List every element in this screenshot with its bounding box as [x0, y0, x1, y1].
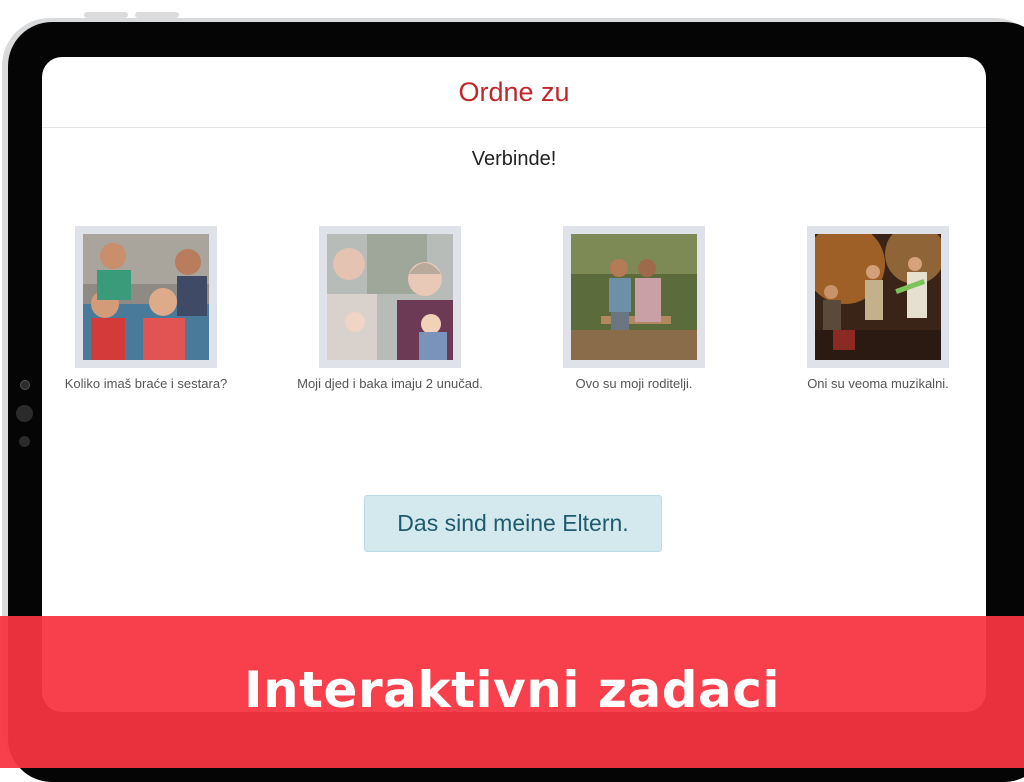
grandparents-photo-icon: [327, 234, 453, 360]
match-card[interactable]: Koliko imaš braće i sestara?: [46, 226, 246, 391]
sensor-small-icon: [19, 436, 30, 447]
photo-frame: [319, 226, 461, 368]
card-caption: Koliko imaš braće i sestara?: [64, 376, 228, 391]
couple-photo-icon: [571, 234, 697, 360]
draggable-answer-chip[interactable]: Das sind meine Eltern.: [364, 495, 662, 552]
sensor-icon: [16, 405, 33, 422]
exercise-header: Ordne zu: [42, 57, 986, 128]
matching-cards: Koliko imaš braće i sestara? Moji djed i…: [42, 226, 986, 406]
match-card[interactable]: Oni su veoma muzikalni.: [778, 226, 978, 391]
exercise-instruction: Verbinde!: [471, 148, 557, 170]
match-card[interactable]: Ovo su moji roditelji.: [534, 226, 734, 391]
camera-icon: [20, 380, 30, 390]
photo-frame: [563, 226, 705, 368]
promo-banner: Interaktivni zadaci: [0, 616, 1024, 768]
children-photo-icon: [83, 234, 209, 360]
card-caption: Ovo su moji roditelji.: [575, 376, 693, 391]
exercise-title: Ordne zu: [458, 76, 570, 107]
card-caption: Moji djed i baka imaju 2 unučad.: [297, 376, 483, 391]
match-card[interactable]: Moji djed i baka imaju 2 unučad.: [290, 226, 490, 391]
banner-text: Interaktivni zadaci: [243, 661, 781, 719]
tablet-screen: Ordne zu Verbinde! Koliko imaš braće i s…: [42, 57, 986, 712]
photo-frame: [807, 226, 949, 368]
band-photo-icon: [815, 234, 941, 360]
card-caption: Oni su veoma muzikalni.: [807, 376, 949, 391]
answer-chip-label: Das sind meine Eltern.: [397, 510, 629, 536]
photo-frame: [75, 226, 217, 368]
